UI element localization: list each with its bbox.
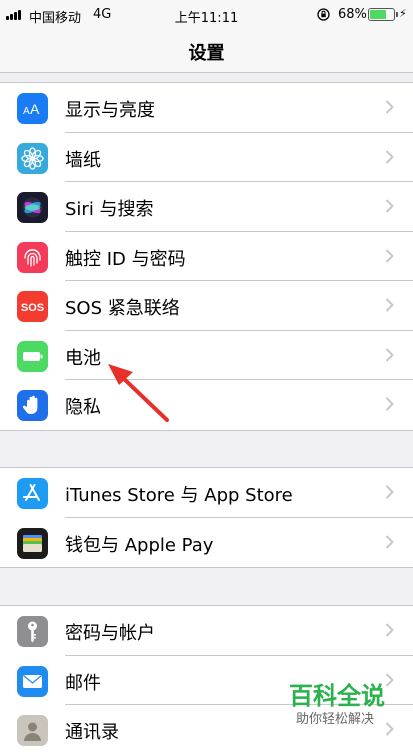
svg-text:SOS: SOS: [21, 302, 44, 314]
key-icon: [17, 616, 48, 647]
settings-group-2: iTunes Store 与 App Store 钱包与 Apple Pay: [0, 467, 413, 568]
row-label: 邮件: [65, 672, 101, 694]
chevron-right-icon: [385, 149, 394, 164]
settings-row-siri-search[interactable]: Siri 与搜索: [0, 182, 413, 232]
chevron-right-icon: [385, 623, 394, 637]
charging-bolt-icon: ⚡: [399, 7, 407, 20]
sos-icon: SOS: [17, 291, 48, 322]
orientation-lock-icon: [317, 8, 330, 21]
settings-row-battery[interactable]: 电池: [0, 331, 413, 380]
mail-icon: [17, 665, 48, 697]
row-label: 隐私: [65, 397, 101, 418]
fingerprint-icon: [17, 241, 48, 273]
battery-percent: 68%: [338, 7, 367, 22]
settings-row-wallpaper[interactable]: 墙纸: [0, 133, 413, 182]
chevron-right-icon: [385, 485, 394, 499]
contacts-icon: [17, 715, 48, 746]
row-label: iTunes Store 与 App Store: [65, 485, 293, 506]
settings-row-touch-id-passcode[interactable]: 触控 ID 与密码: [0, 232, 413, 281]
siri-icon: [17, 192, 48, 223]
settings-row-privacy[interactable]: 隐私: [0, 380, 413, 430]
svg-text:A: A: [30, 101, 40, 117]
settings-group-1: AA 显示与亮度 墙纸 Siri 与搜索 触控 ID 与密码 SOS SOS 紧…: [0, 82, 413, 431]
row-label: 通讯录: [65, 722, 119, 743]
chevron-right-icon: [385, 347, 394, 362]
watermark-title: 百科全说: [289, 682, 385, 710]
battery-status-icon: [368, 8, 398, 21]
wallet-icon: [17, 527, 48, 559]
status-bar: 中国移动 4G 上午11:11 68% ⚡: [0, 0, 413, 30]
chevron-right-icon: [385, 199, 394, 213]
settings-row-itunes-app-store[interactable]: iTunes Store 与 App Store: [0, 468, 413, 518]
watermark-subtitle: 助你轻松解决: [296, 712, 375, 727]
row-label: 钱包与 Apple Pay: [65, 534, 214, 556]
chevron-right-icon: [385, 298, 394, 312]
page-title: 设置: [188, 43, 225, 64]
row-label: Siri 与搜索: [65, 199, 154, 220]
settings-row-passwords-accounts[interactable]: 密码与帐户: [0, 606, 413, 656]
chevron-right-icon: [385, 534, 394, 549]
row-label: 触控 ID 与密码: [65, 248, 186, 270]
settings-row-display-brightness[interactable]: AA 显示与亮度: [0, 83, 413, 133]
svg-text:A: A: [23, 106, 30, 117]
annotation-arrow: [108, 364, 169, 422]
chevron-right-icon: [385, 100, 394, 114]
settings-row-wallet-apple-pay[interactable]: 钱包与 Apple Pay: [0, 518, 413, 568]
row-label: SOS 紧急联络: [65, 298, 180, 319]
settings-row-emergency-sos[interactable]: SOS SOS 紧急联络: [0, 281, 413, 331]
display-brightness-icon: AA: [17, 93, 48, 124]
row-label: 显示与亮度: [65, 100, 155, 121]
chevron-right-icon: [385, 248, 394, 263]
privacy-hand-icon: [17, 390, 48, 421]
navigation-bar: 设置: [0, 30, 413, 73]
chevron-right-icon: [385, 397, 394, 411]
battery-icon: [17, 340, 48, 372]
row-label: 电池: [65, 347, 101, 369]
row-label: 墙纸: [65, 149, 101, 171]
row-label: 密码与帐户: [65, 623, 155, 644]
wallpaper-flower-icon: [17, 142, 48, 174]
watermark: 百科全说 助你轻松解决: [289, 676, 413, 736]
app-store-icon: [17, 478, 48, 509]
